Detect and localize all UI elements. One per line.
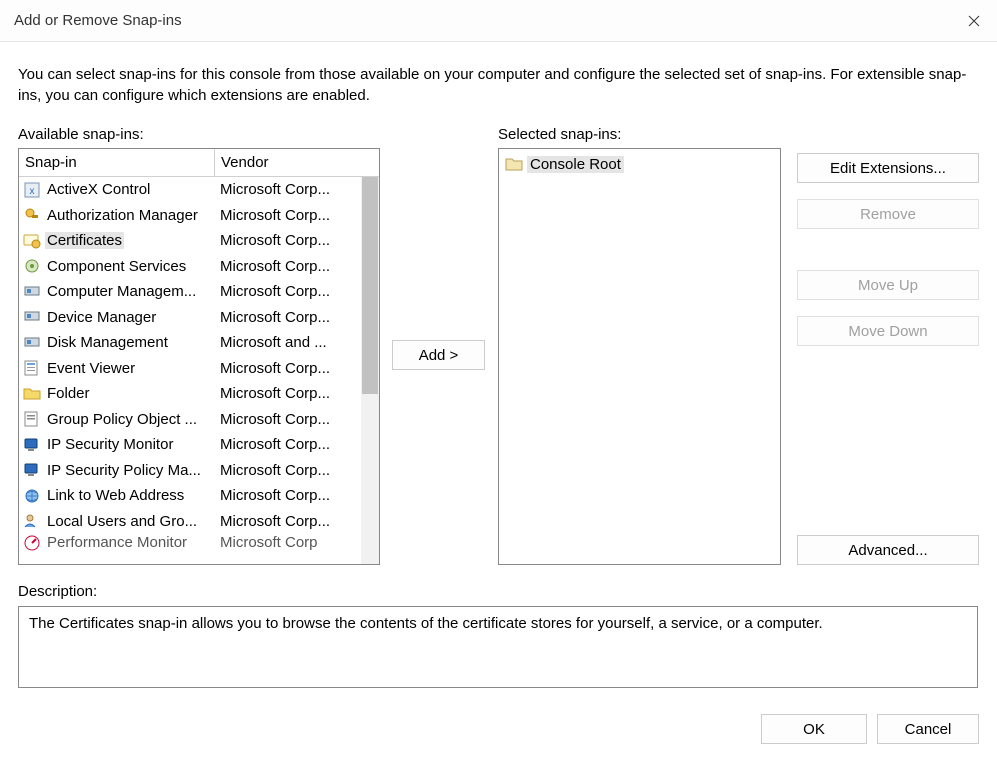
snapin-name: Component Services: [45, 258, 188, 275]
close-button[interactable]: [951, 0, 997, 42]
snapin-vendor: Microsoft Corp...: [215, 360, 339, 377]
snapin-vendor: Microsoft Corp...: [215, 462, 339, 479]
ipsec-monitor-icon: [23, 436, 41, 454]
snapin-name: Certificates: [45, 232, 124, 249]
snapin-name: ActiveX Control: [45, 181, 152, 198]
snapin-name: Folder: [45, 385, 92, 402]
advanced-button[interactable]: Advanced...: [797, 535, 979, 565]
snapin-name: Event Viewer: [45, 360, 137, 377]
available-list-body: xActiveX ControlMicrosoft Corp...Authori…: [19, 177, 379, 564]
available-row[interactable]: Folder Microsoft Corp...: [19, 381, 379, 407]
snapin-vendor: Microsoft and ...: [215, 334, 339, 351]
col-header-vendor[interactable]: Vendor: [215, 149, 359, 176]
available-row[interactable]: Component Services Microsoft Corp...: [19, 254, 379, 280]
tree-root-label: Console Root: [527, 156, 624, 173]
available-row[interactable]: x ActiveX Control Microsoft Corp...: [19, 177, 379, 203]
move-down-button[interactable]: Move Down: [797, 316, 979, 346]
ok-button[interactable]: OK: [761, 714, 867, 744]
available-row[interactable]: Event Viewer Microsoft Corp...: [19, 356, 379, 382]
available-row[interactable]: Authorization Manager Microsoft Corp...: [19, 203, 379, 229]
snapin-name: Computer Managem...: [45, 283, 198, 300]
available-row[interactable]: IP Security Monitor Microsoft Corp...: [19, 432, 379, 458]
snapin-name: Link to Web Address: [45, 487, 186, 504]
selected-label: Selected snap-ins:: [498, 126, 621, 143]
snapin-vendor: Microsoft Corp...: [215, 181, 339, 198]
available-row[interactable]: Disk Management Microsoft and ...: [19, 330, 379, 356]
move-up-button[interactable]: Move Up: [797, 270, 979, 300]
event-viewer-icon: [23, 359, 41, 377]
edit-extensions-button[interactable]: Edit Extensions...: [797, 153, 979, 183]
console-folder-icon: [505, 156, 523, 172]
snapin-name: Disk Management: [45, 334, 170, 351]
close-icon: [968, 15, 980, 27]
snapin-name: Performance Monitor: [45, 534, 189, 551]
description-box: The Certificates snap-in allows you to b…: [18, 606, 978, 688]
available-label: Available snap-ins:: [18, 126, 144, 143]
snapin-vendor: Microsoft Corp...: [215, 411, 339, 428]
snapin-vendor: Microsoft Corp...: [215, 487, 339, 504]
available-row[interactable]: Computer Managem... Microsoft Corp...: [19, 279, 379, 305]
ipsec-policy-icon: [23, 461, 41, 479]
snapin-name: IP Security Monitor: [45, 436, 175, 453]
activex-icon: x: [23, 181, 41, 199]
snapin-vendor: Microsoft Corp...: [215, 513, 339, 530]
description-text: The Certificates snap-in allows you to b…: [29, 615, 823, 632]
window-title: Add or Remove Snap-ins: [14, 12, 182, 29]
snapin-name: Local Users and Gro...: [45, 513, 199, 530]
component-icon: [23, 257, 41, 275]
available-snapins-list[interactable]: Snap-in Vendor x ActiveX Control Microsoft…: [18, 148, 380, 565]
snapin-vendor: Microsoft Corp...: [215, 232, 339, 249]
authz-icon: [23, 206, 41, 224]
snapin-vendor: Microsoft Corp...: [215, 258, 339, 275]
description-label: Description:: [18, 583, 97, 600]
snapin-vendor: Microsoft Corp...: [215, 309, 339, 326]
svg-text:x: x: [30, 186, 35, 197]
available-row[interactable]: Certificates Microsoft Corp...: [19, 228, 379, 254]
gpo-icon: [23, 410, 41, 428]
titlebar: Add or Remove Snap-ins: [0, 0, 997, 42]
intro-text: You can select snap-ins for this console…: [18, 64, 979, 106]
tree-root-row[interactable]: Console Root: [505, 153, 774, 175]
available-row[interactable]: Group Policy Object ... Microsoft Corp...: [19, 407, 379, 433]
remove-button[interactable]: Remove: [797, 199, 979, 229]
snapin-vendor: Microsoft Corp...: [215, 283, 339, 300]
available-row[interactable]: Device Manager Microsoft Corp...: [19, 305, 379, 331]
available-row[interactable]: Link to Web Address Microsoft Corp...: [19, 483, 379, 509]
snapin-vendor: Microsoft Corp: [215, 534, 339, 551]
folder-icon: [23, 385, 41, 403]
add-button[interactable]: Add >: [392, 340, 485, 370]
perfmon-icon: [23, 534, 41, 551]
snapin-vendor: Microsoft Corp...: [215, 385, 339, 402]
selected-snapins-tree[interactable]: Console Root: [498, 148, 781, 565]
disk-mgmt-icon: [23, 334, 41, 352]
available-list-header: Snap-in Vendor: [19, 149, 379, 177]
weblink-icon: [23, 487, 41, 505]
snapin-vendor: Microsoft Corp...: [215, 207, 339, 224]
scrollbar-thumb[interactable]: [362, 177, 378, 394]
snapin-name: IP Security Policy Ma...: [45, 462, 203, 479]
available-scrollbar[interactable]: [361, 177, 379, 564]
certificates-icon: [23, 232, 41, 250]
available-row[interactable]: Local Users and Gro... Microsoft Corp...: [19, 509, 379, 535]
device-mgr-icon: [23, 308, 41, 326]
snapin-vendor: Microsoft Corp...: [215, 436, 339, 453]
col-header-snapin[interactable]: Snap-in: [19, 149, 215, 176]
snapin-name: Group Policy Object ...: [45, 411, 199, 428]
computer-mgmt-icon: [23, 283, 41, 301]
local-users-icon: [23, 512, 41, 530]
cancel-button[interactable]: Cancel: [877, 714, 979, 744]
available-row[interactable]: Performance Monitor Microsoft Corp: [19, 534, 379, 551]
snapin-name: Device Manager: [45, 309, 158, 326]
available-row[interactable]: IP Security Policy Ma... Microsoft Corp..…: [19, 458, 379, 484]
snapin-name: Authorization Manager: [45, 207, 200, 224]
